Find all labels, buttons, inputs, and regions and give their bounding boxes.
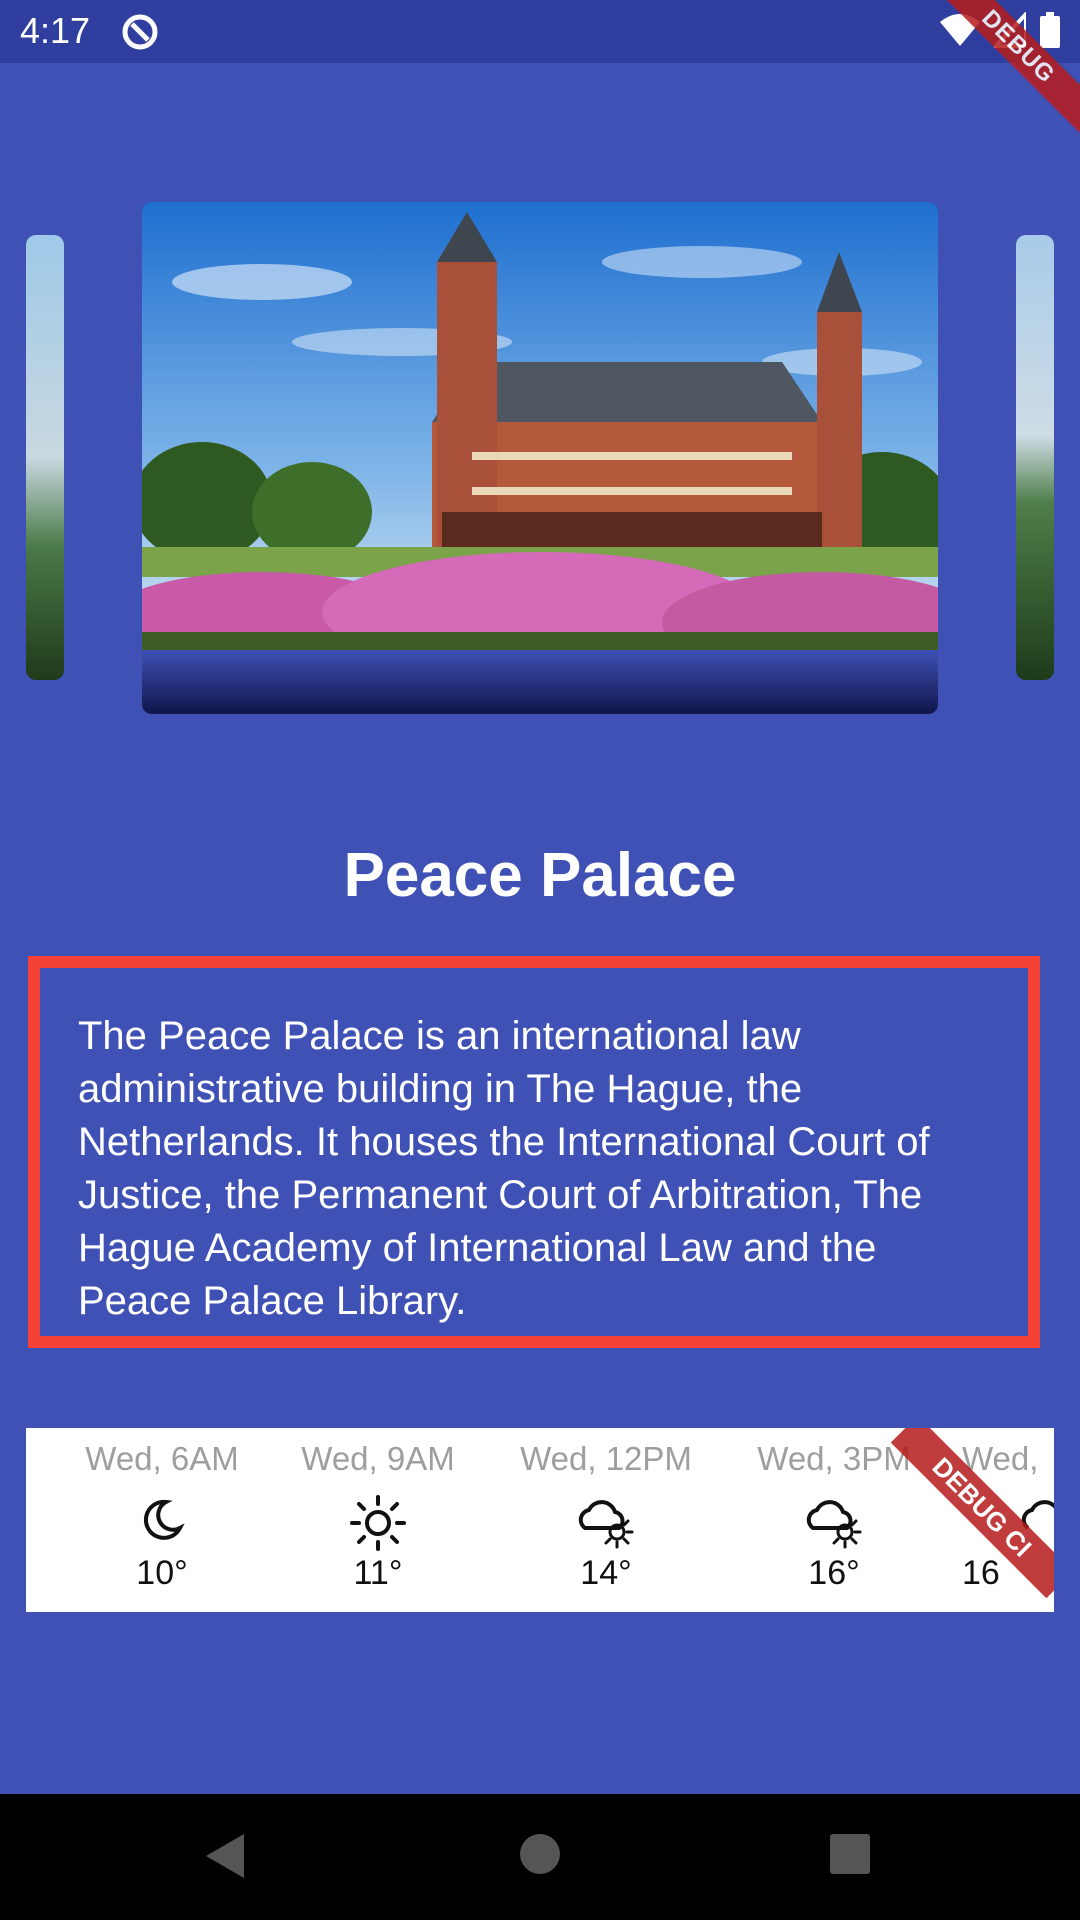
place-description: The Peace Palace is an international law… [78,1014,930,1323]
moon-icon [143,1499,185,1540]
forecast-temp: 14° [580,1554,632,1592]
previous-card[interactable] [26,235,64,680]
description-box: The Peace Palace is an international law… [28,956,1040,1348]
cloud-sun-icon [578,1500,634,1549]
forecast-item: Wed, 6AM 10° [62,1428,262,1593]
back-icon[interactable] [204,1832,248,1880]
forecast-time: Wed, 12PM [520,1440,692,1477]
forecast-temp: 11° [353,1554,403,1592]
place-title: Peace Palace [343,841,737,910]
next-card[interactable] [1016,235,1054,680]
sun-icon [350,1495,406,1551]
navigation-bar [0,1794,1080,1920]
image-carousel[interactable] [0,190,1080,730]
cloud-sun-icon [806,1500,862,1549]
forecast-time: Wed, [962,1440,1039,1477]
battery-icon [1040,12,1060,48]
forecast-time: Wed, 6AM [85,1440,239,1477]
recents-icon[interactable] [830,1834,870,1874]
previous-card-image [26,235,64,680]
next-card-image [1016,235,1054,680]
status-time: 4:17 [20,10,91,51]
forecast-item: Wed, 9AM 11° [278,1428,478,1593]
app-notification-icon [122,14,158,50]
home-icon[interactable] [518,1832,562,1876]
forecast-time: Wed, 9AM [301,1440,455,1477]
status-bar: 4:17 [0,0,1080,63]
card-shade [142,650,938,714]
forecast-temp: 10° [136,1554,188,1592]
forecast-temp: 16° [808,1554,860,1592]
peace-palace-photo [142,202,938,650]
place-card-peace-palace[interactable] [142,202,938,714]
forecast-item: Wed, 12PM 14° [506,1428,706,1593]
weather-forecast[interactable]: Wed, 6AM 10° Wed, 9AM 11° Wed, 12PM 14° … [26,1428,1054,1612]
